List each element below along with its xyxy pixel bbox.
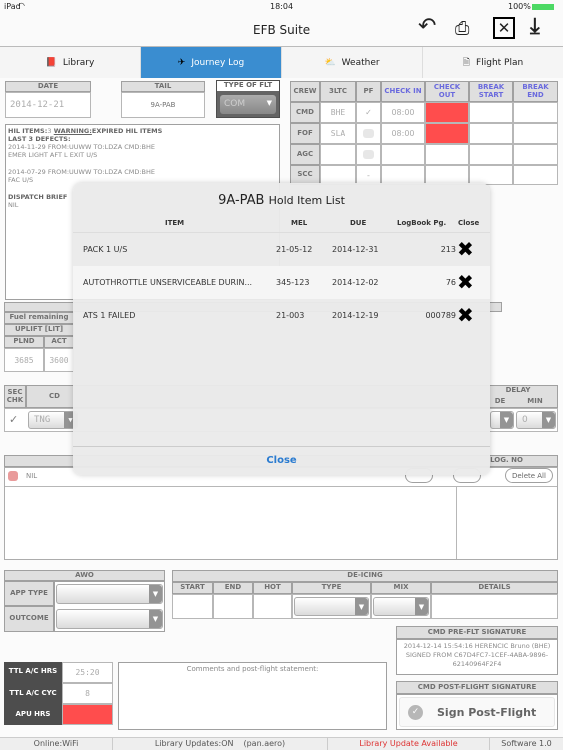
hold-item-row: AUTOTHROTTLE UNSERVICEABLE DURIN... 345-… xyxy=(73,266,490,299)
item-due: 2014-12-02 xyxy=(332,278,379,287)
hold-item-modal: 9A-PAB Hold Item List ITEM MEL DUE LogBo… xyxy=(73,183,490,475)
close-item-icon[interactable]: ✖ xyxy=(457,270,474,294)
item-logbook-page: 000789 xyxy=(425,311,456,320)
item-mel: 21-05-12 xyxy=(276,245,313,254)
tab-label: Library xyxy=(62,57,95,68)
software-version: Software 1.0 xyxy=(501,739,552,748)
tab-weather[interactable]: ⛅ Weather xyxy=(282,47,423,78)
item-due: 2014-12-19 xyxy=(332,311,379,320)
item-text: PACK 1 U/S xyxy=(83,245,128,254)
plane-icon: ✈ xyxy=(177,57,186,68)
library-updates-status: Library Updates:ON (pan.aero) xyxy=(113,737,328,750)
tab-label: Journey Log xyxy=(191,57,245,68)
library-update-link[interactable]: Library Update Available xyxy=(328,737,490,750)
tab-label: Flight Plan xyxy=(476,57,524,68)
item-logbook-page: 213 xyxy=(440,245,456,254)
tab-library[interactable]: 📕 Library xyxy=(0,47,141,78)
item-mel: 345-123 xyxy=(276,278,310,287)
close-item-icon[interactable]: ✖ xyxy=(457,303,474,327)
download-icon[interactable]: ⤓ xyxy=(530,14,540,39)
online-status: Online:WiFi xyxy=(0,737,113,750)
close-item-icon[interactable]: ✖ xyxy=(457,237,474,261)
book-icon: 📕 xyxy=(45,57,57,68)
modal-header-row: ITEM MEL DUE LogBook Pg. Close xyxy=(73,219,490,233)
item-text: ATS 1 FAILED xyxy=(83,311,136,320)
back-icon[interactable]: ↶ xyxy=(418,14,436,39)
status-bar: iPad ◠ 18:04 100% xyxy=(0,0,563,14)
close-box-icon[interactable]: ✕ xyxy=(493,17,515,39)
col-logbook: LogBook Pg. xyxy=(397,219,447,227)
tab-label: Weather xyxy=(341,57,380,68)
modal-title: 9A-PAB Hold Item List xyxy=(218,193,345,208)
weather-icon: ⛅ xyxy=(324,57,336,68)
battery-icon xyxy=(532,4,554,10)
item-due: 2014-12-31 xyxy=(332,245,379,254)
col-close: Close xyxy=(458,219,480,227)
app-header: EFB Suite ↶ ⎙ ✕ ⤓ xyxy=(0,14,563,47)
col-mel: MEL xyxy=(291,219,308,227)
hold-item-row: PACK 1 U/S 21-05-12 2014-12-31 213 ✖ xyxy=(73,233,490,266)
document-icon: 🗎 xyxy=(462,57,471,68)
col-due: DUE xyxy=(350,219,367,227)
app-title: EFB Suite xyxy=(253,23,311,37)
clock: 18:04 xyxy=(270,2,294,11)
modal-close-button[interactable]: Close xyxy=(73,446,490,475)
col-item: ITEM xyxy=(165,219,185,227)
wifi-icon: ◠ xyxy=(18,1,25,10)
item-text: AUTOTHROTTLE UNSERVICEABLE DURIN... xyxy=(83,278,253,287)
hold-item-row: ATS 1 FAILED 21-003 2014-12-19 000789 ✖ xyxy=(73,299,490,332)
item-logbook-page: 76 xyxy=(445,278,456,287)
battery-label: 100% xyxy=(508,2,531,11)
tab-journey-log[interactable]: ✈ Journey Log xyxy=(141,47,282,78)
item-mel: 21-003 xyxy=(276,311,305,320)
print-icon[interactable]: ⎙ xyxy=(455,18,469,39)
tab-flight-plan[interactable]: 🗎 Flight Plan xyxy=(423,47,563,78)
